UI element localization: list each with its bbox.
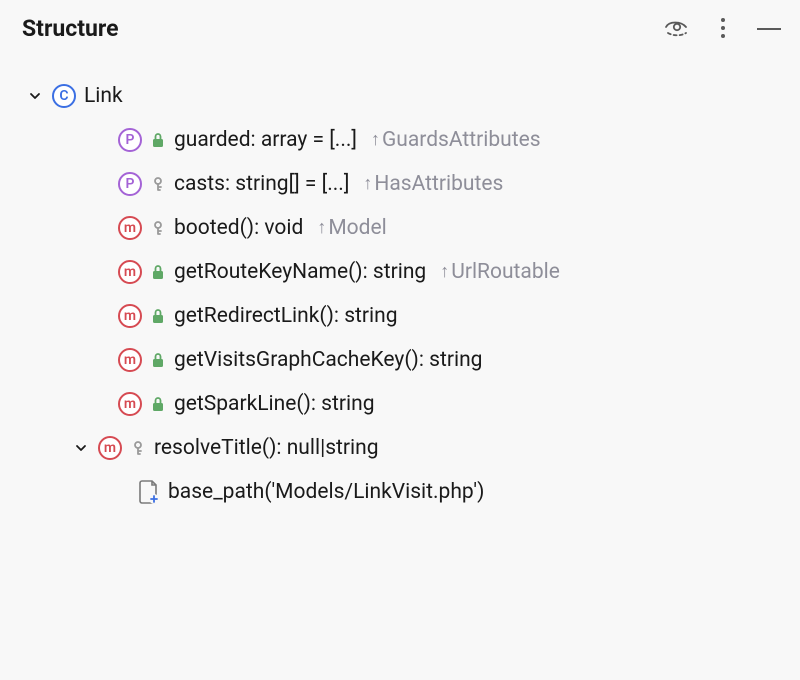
tree-item[interactable]: m getRedirectLink(): string — [26, 294, 780, 338]
tree-item[interactable]: P guarded: array = [...] ↑GuardsAttribut… — [26, 118, 780, 162]
tree-item[interactable]: P casts: string[] = [...] ↑HasAttributes — [26, 162, 780, 206]
tree-item[interactable]: m getSparkLine(): string — [26, 382, 780, 426]
tree-item[interactable]: m getRouteKeyName(): string ↑UrlRoutable — [26, 250, 780, 294]
header-actions — [664, 15, 782, 41]
structure-tree: C Link P guarded: array = [...] ↑GuardsA… — [0, 56, 800, 514]
lock-icon — [150, 308, 166, 324]
method-icon: m — [118, 392, 142, 416]
more-options-icon[interactable] — [710, 15, 736, 41]
key-icon — [150, 220, 166, 236]
tree-item-label: guarded: array = [...] — [174, 128, 357, 152]
tree-root-label: Link — [84, 84, 123, 108]
lock-icon — [150, 132, 166, 148]
panel-header: Structure — [0, 0, 800, 56]
tree-item-label: resolveTitle(): null|string — [154, 436, 379, 460]
tree-item[interactable]: m getVisitsGraphCacheKey(): string — [26, 338, 780, 382]
chevron-down-icon[interactable] — [72, 439, 90, 457]
lock-icon — [150, 396, 166, 412]
class-icon: C — [52, 84, 76, 108]
tree-item-label: getSparkLine(): string — [174, 392, 375, 416]
method-icon: m — [118, 216, 142, 240]
method-icon: m — [98, 436, 122, 460]
tree-nested-label: base_path('Models/LinkVisit.php') — [168, 480, 484, 504]
tree-item-label: getRouteKeyName(): string — [174, 260, 426, 284]
lock-icon — [150, 352, 166, 368]
tree-item-label: casts: string[] = [...] — [174, 172, 349, 196]
inherited-from: ↑HasAttributes — [363, 172, 503, 196]
method-icon: m — [118, 304, 142, 328]
inherited-from: ↑GuardsAttributes — [371, 128, 541, 152]
lock-icon — [150, 264, 166, 280]
method-icon: m — [118, 348, 142, 372]
inherited-from: ↑Model — [317, 216, 386, 240]
inherited-from: ↑UrlRoutable — [440, 260, 560, 284]
tree-item-label: getVisitsGraphCacheKey(): string — [174, 348, 482, 372]
tree-nested-item[interactable]: base_path('Models/LinkVisit.php') — [26, 470, 780, 514]
visibility-icon[interactable] — [664, 15, 690, 41]
tree-item-label: booted(): void — [174, 216, 303, 240]
file-plus-icon — [138, 479, 160, 505]
tree-root-row[interactable]: C Link — [26, 74, 780, 118]
key-icon — [150, 176, 166, 192]
method-icon: m — [118, 260, 142, 284]
minimize-icon[interactable] — [756, 15, 782, 41]
property-icon: P — [118, 128, 142, 152]
property-icon: P — [118, 172, 142, 196]
tree-item[interactable]: m resolveTitle(): null|string — [26, 426, 780, 470]
key-icon — [130, 440, 146, 456]
tree-item-label: getRedirectLink(): string — [174, 304, 398, 328]
tree-item[interactable]: m booted(): void ↑Model — [26, 206, 780, 250]
panel-title: Structure — [22, 15, 664, 42]
chevron-down-icon[interactable] — [26, 87, 44, 105]
